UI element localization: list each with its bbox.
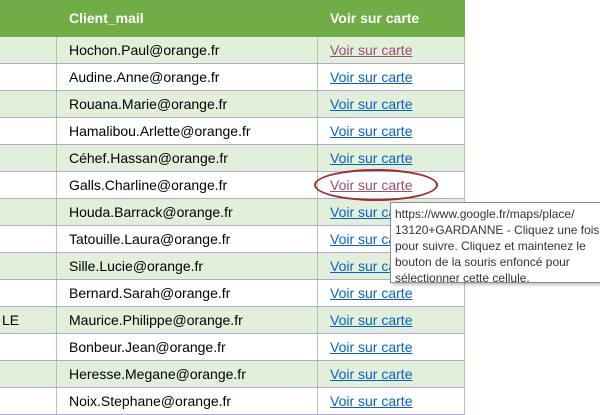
tooltip-line: bouton de la souris enfoncé pour: [395, 255, 570, 269]
map-hyperlink[interactable]: Voir sur carte: [330, 312, 412, 328]
cell-client-mail[interactable]: Bernard.Sarah@orange.fr: [57, 280, 318, 307]
cell-client-mail[interactable]: Bonbeur.Jean@orange.fr: [57, 334, 318, 361]
map-hyperlink[interactable]: Voir sur carte: [330, 393, 412, 409]
cell-voir-sur-carte[interactable]: Voir sur carte: [318, 64, 465, 91]
cell-client-mail[interactable]: Maurice.Philippe@orange.fr: [57, 307, 318, 334]
cell-client-mail[interactable]: Galls.Charline@orange.fr: [57, 172, 318, 199]
tooltip-line: sélectionner cette cellule.: [395, 271, 530, 285]
table-row: Rouana.Marie@orange.fr Voir sur carte: [0, 91, 465, 118]
cell-left[interactable]: [0, 253, 57, 280]
cell-left[interactable]: [0, 280, 57, 307]
highlight-oval: [314, 169, 438, 201]
cell-client-mail[interactable]: Hamalibou.Arlette@orange.fr: [57, 118, 318, 145]
table-row: Audine.Anne@orange.fr Voir sur carte: [0, 64, 465, 91]
table-row: Céhef.Hassan@orange.fr Voir sur carte: [0, 145, 465, 172]
table-row: LE Maurice.Philippe@orange.fr Voir sur car…: [0, 307, 465, 334]
cell-left[interactable]: [0, 37, 57, 64]
cell-voir-sur-carte[interactable]: Voir sur carte: [318, 361, 465, 388]
table-row: Bonbeur.Jean@orange.fr Voir sur carte: [0, 334, 465, 361]
cell-voir-sur-carte[interactable]: Voir sur carte: [318, 307, 465, 334]
table-row: Heresse.Megane@orange.fr Voir sur carte: [0, 361, 465, 388]
cell-client-mail[interactable]: Céhef.Hassan@orange.fr: [57, 145, 318, 172]
cell-left[interactable]: [0, 172, 57, 199]
header-client-mail[interactable]: Client_mail: [69, 0, 144, 37]
map-hyperlink[interactable]: Voir sur carte: [330, 42, 412, 58]
table-row: Hamalibou.Arlette@orange.fr Voir sur cart…: [0, 118, 465, 145]
map-hyperlink[interactable]: Voir sur carte: [330, 123, 412, 139]
map-hyperlink[interactable]: Voir sur carte: [330, 150, 412, 166]
header-voir-sur-carte[interactable]: Voir sur carte: [330, 0, 419, 37]
cell-left[interactable]: [0, 226, 57, 253]
cell-client-mail[interactable]: Tatouille.Laura@orange.fr: [57, 226, 318, 253]
cell-client-mail[interactable]: Audine.Anne@orange.fr: [57, 64, 318, 91]
cell-voir-sur-carte[interactable]: Voir sur carte: [318, 145, 465, 172]
cell-client-mail[interactable]: Hochon.Paul@orange.fr: [57, 37, 318, 64]
cell-voir-sur-carte[interactable]: Voir sur carte: [318, 91, 465, 118]
cell-left[interactable]: LE: [0, 307, 57, 334]
map-hyperlink[interactable]: Voir sur carte: [330, 339, 412, 355]
cell-voir-sur-carte[interactable]: Voir sur carte: [318, 37, 465, 64]
cell-left[interactable]: [0, 199, 57, 226]
cell-voir-sur-carte[interactable]: Voir sur carte: [318, 118, 465, 145]
cell-left[interactable]: [0, 361, 57, 388]
table-row: Hochon.Paul@orange.fr Voir sur carte: [0, 37, 465, 64]
map-hyperlink[interactable]: Voir sur carte: [330, 366, 412, 382]
map-hyperlink[interactable]: Voir sur carte: [330, 285, 412, 301]
cell-left[interactable]: [0, 64, 57, 91]
cell-left[interactable]: [0, 334, 57, 361]
cell-left[interactable]: [0, 145, 57, 172]
cell-client-mail[interactable]: Sille.Lucie@orange.fr: [57, 253, 318, 280]
hyperlink-tooltip: https://www.google.fr/maps/place/ 13120+…: [390, 202, 600, 285]
map-hyperlink[interactable]: Voir sur carte: [330, 69, 412, 85]
cell-left[interactable]: [0, 118, 57, 145]
cell-client-mail[interactable]: Rouana.Marie@orange.fr: [57, 91, 318, 118]
table-header-row: Client_mail Voir sur carte: [0, 0, 465, 37]
cell-left[interactable]: [0, 91, 57, 118]
cell-voir-sur-carte[interactable]: Voir sur carte: [318, 334, 465, 361]
tooltip-line: 13120+GARDANNE - Cliquez une fois: [395, 223, 600, 237]
cell-client-mail[interactable]: Houda.Barrack@orange.fr: [57, 199, 318, 226]
cell-client-mail[interactable]: Heresse.Megane@orange.fr: [57, 361, 318, 388]
tooltip-line: pour suivre. Cliquez et maintenez le: [395, 239, 586, 253]
map-hyperlink[interactable]: Voir sur carte: [330, 96, 412, 112]
tooltip-line: https://www.google.fr/maps/place/: [395, 207, 575, 221]
